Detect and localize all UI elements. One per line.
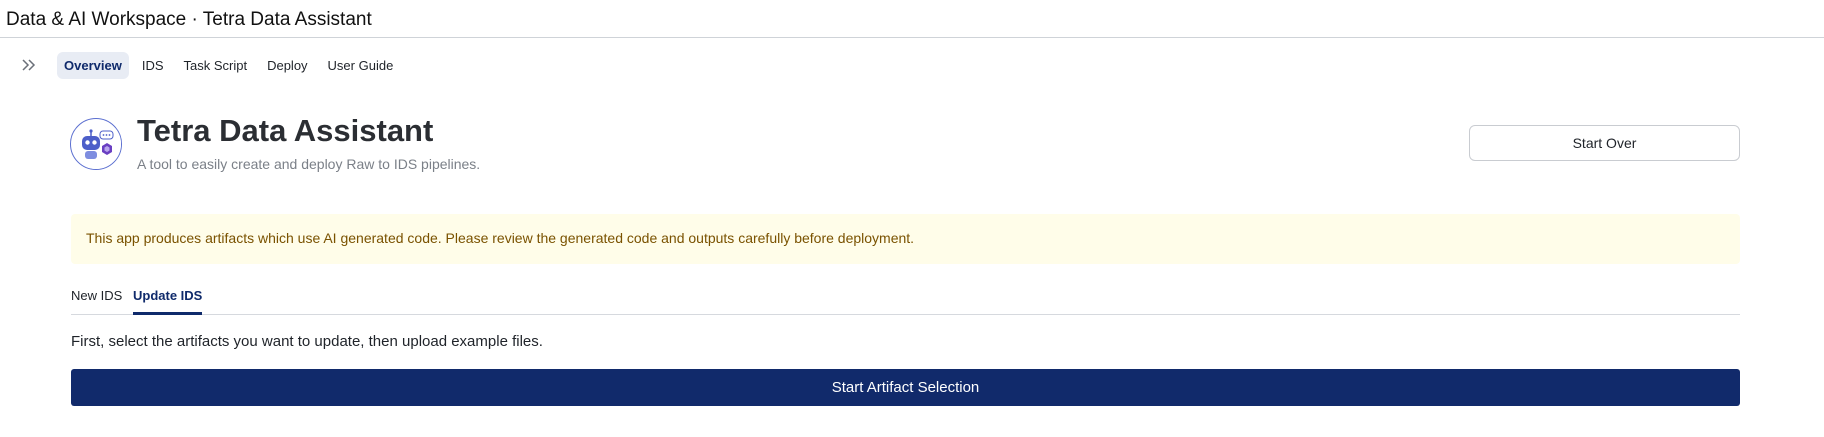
tab-ids[interactable]: IDS — [135, 52, 171, 79]
tab-deploy[interactable]: Deploy — [260, 52, 314, 79]
tab-new-ids[interactable]: New IDS — [71, 288, 122, 312]
page-title: Tetra Data Assistant — [137, 113, 434, 148]
window-titlebar: Data & AI Workspace · Tetra Data Assista… — [0, 0, 1824, 38]
tab-user-guide[interactable]: User Guide — [321, 52, 401, 79]
robot-assistant-icon — [70, 118, 122, 170]
window-title: Data & AI Workspace · Tetra Data Assista… — [6, 9, 372, 30]
tab-overview[interactable]: Overview — [57, 52, 129, 79]
start-over-button[interactable]: Start Over — [1469, 125, 1740, 161]
double-chevron-right-icon[interactable] — [18, 54, 40, 76]
page-subtitle: A tool to easily create and deploy Raw t… — [137, 156, 481, 172]
instruction-text: First, select the artifacts you want to … — [71, 333, 543, 350]
start-artifact-selection-button[interactable]: Start Artifact Selection — [71, 369, 1740, 406]
nav-tabs: Overview IDS Task Script Deploy User Gui… — [57, 52, 400, 79]
tab-task-script[interactable]: Task Script — [177, 52, 255, 79]
ids-mode-tabs: New IDS Update IDS — [71, 278, 1740, 315]
tab-update-ids[interactable]: Update IDS — [133, 288, 203, 315]
ai-warning-banner: This app produces artifacts which use AI… — [71, 214, 1740, 264]
top-nav: Overview IDS Task Script Deploy User Gui… — [0, 50, 1824, 82]
